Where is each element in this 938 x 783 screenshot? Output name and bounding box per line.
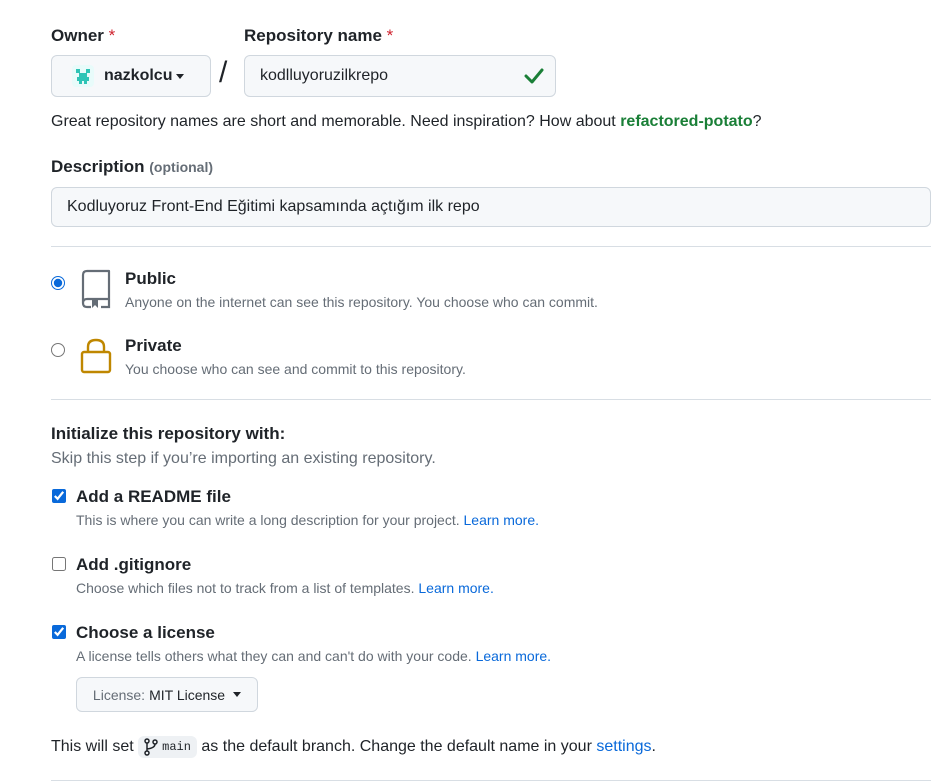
repo-icon [81,269,111,309]
readme-learn-more-link[interactable]: Learn more. [464,512,539,528]
owner-label: Owner * [51,26,116,45]
check-icon [524,68,544,84]
init-title: Initialize this repository with: [51,424,286,443]
init-subtitle: Skip this step if you’re importing an ex… [51,450,436,467]
license-desc: A license tells others what they can and… [76,648,552,664]
avatar-identicon-icon [76,69,90,84]
owner-repo-separator: / [219,56,228,89]
license-checkbox[interactable] [52,625,66,639]
optional-tag: (optional) [149,159,214,175]
readme-checkbox[interactable] [52,489,66,503]
license-title: Choose a license [76,623,215,642]
private-radio[interactable] [51,343,65,357]
repo-name-input[interactable] [244,55,556,97]
divider [51,246,931,247]
gitignore-learn-more-link[interactable]: Learn more. [418,580,493,596]
private-title: Private [125,336,182,355]
required-mark: * [386,26,394,45]
license-learn-more-link[interactable]: Learn more. [476,648,551,664]
private-desc: You choose who can see and commit to thi… [125,361,466,377]
lock-icon [80,338,112,374]
license-value: MIT License [149,686,226,703]
name-suggestion-link[interactable]: refactored-potato [620,113,752,130]
avatar [72,65,94,87]
settings-link[interactable]: settings [596,738,651,755]
branch-name: main [162,740,191,754]
description-input[interactable] [51,187,931,227]
gitignore-checkbox[interactable] [52,557,66,571]
license-select-button[interactable]: License: MIT License [76,677,258,712]
git-branch-icon [144,738,158,756]
gitignore-desc: Choose which files not to track from a l… [76,580,494,596]
owner-name: nazkolcu [104,67,173,84]
repo-name-help: Great repository names are short and mem… [51,113,762,130]
public-desc: Anyone on the internet can see this repo… [125,294,598,310]
divider [51,780,931,781]
default-branch-note: This will set main as the default branch… [51,736,656,758]
required-mark: * [108,26,116,45]
license-prefix: License: [92,686,146,703]
branch-pill: main [138,736,197,758]
gitignore-title: Add .gitignore [76,555,192,574]
readme-title: Add a README file [76,487,231,506]
description-label: Description (optional) [51,157,214,176]
caret-down-icon [233,692,242,697]
readme-desc: This is where you can write a long descr… [76,512,539,528]
divider [51,399,931,400]
caret-down-icon [176,73,185,79]
owner-select-button[interactable]: nazkolcu [51,55,211,97]
public-title: Public [125,269,177,288]
public-radio[interactable] [51,276,65,290]
repo-name-label: Repository name * [244,26,394,45]
